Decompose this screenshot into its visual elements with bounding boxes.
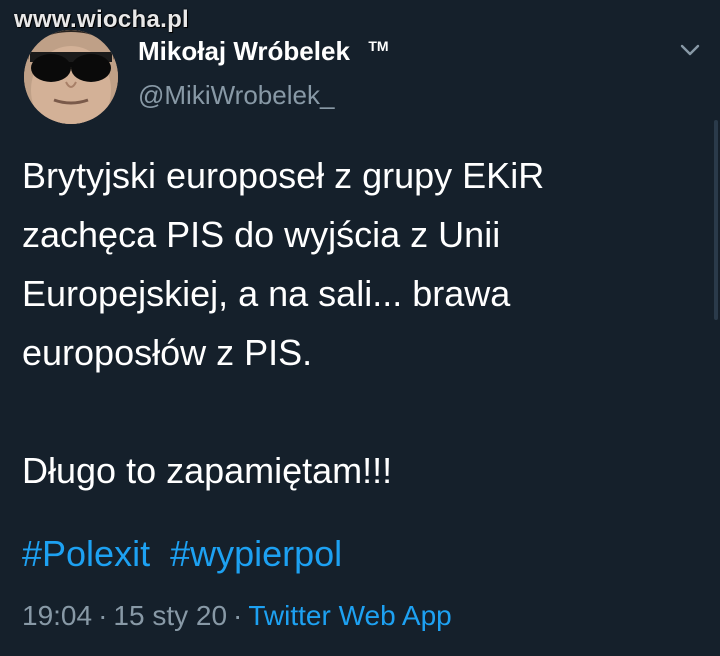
- avatar[interactable]: [24, 30, 118, 124]
- profile-photo: [24, 30, 118, 124]
- trademark-badge: TM: [368, 38, 389, 54]
- tweet-header: Mikołaj Wróbelek TM @MikiWrobelek_: [20, 24, 710, 124]
- scrollbar[interactable]: [714, 120, 718, 320]
- separator-dot: ·: [233, 600, 243, 631]
- tweet-date[interactable]: 15 sty 20: [113, 600, 227, 631]
- tweet-line: Europejskiej, a na sali... brawa: [22, 273, 511, 314]
- tweet-text: Brytyjski europoseł z grupy EKiR zachęca…: [22, 146, 702, 500]
- author-name-row[interactable]: Mikołaj Wróbelek TM: [138, 36, 389, 67]
- tweet-card: www.wiocha.pl Mikołaj Wróbelek TM @MikiW…: [0, 0, 720, 656]
- display-name[interactable]: Mikołaj Wróbelek: [138, 36, 350, 67]
- hashtag-link[interactable]: #Polexit: [22, 533, 150, 574]
- paragraph-break: [22, 382, 702, 441]
- tweet-time[interactable]: 19:04: [22, 600, 92, 631]
- tweet-line: europosłów z PIS.: [22, 332, 313, 373]
- hashtags: #Polexit #wypierpol: [22, 533, 342, 575]
- tweet-meta: 19:04 · 15 sty 20 · Twitter Web App: [22, 600, 452, 632]
- tweet-line: Brytyjski europoseł z grupy EKiR: [22, 155, 545, 196]
- hashtag-link[interactable]: #wypierpol: [170, 533, 342, 574]
- separator-dot: ·: [98, 600, 108, 631]
- tweet-source-link[interactable]: Twitter Web App: [248, 600, 451, 631]
- chevron-down-icon[interactable]: [678, 38, 702, 62]
- user-handle[interactable]: @MikiWrobelek_: [138, 80, 334, 111]
- tweet-closing-line: Długo to zapamiętam!!!: [22, 450, 393, 491]
- tweet-line: zachęca PIS do wyjścia z Unii: [22, 214, 501, 255]
